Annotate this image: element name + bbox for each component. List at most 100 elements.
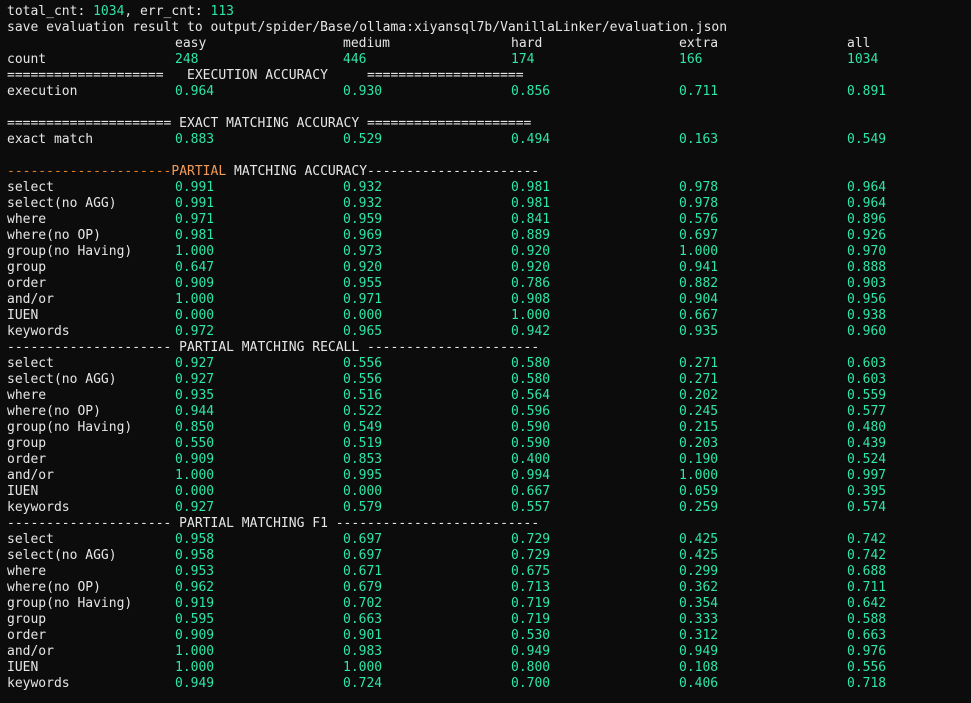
metric-value-all: 0.976 (847, 644, 887, 659)
count-all: 1034 (847, 52, 879, 67)
metric-value-easy: 1.000 (175, 292, 215, 307)
metric-row: order 0.909 0.853 0.400 0.190 0.524 (7, 452, 964, 468)
metric-value-extra: 0.202 (679, 388, 719, 403)
metric-value-all: 0.960 (847, 324, 887, 339)
metric-value-easy: 0.927 (175, 356, 215, 371)
metric-value-all: 0.903 (847, 276, 887, 291)
count-extra: 166 (679, 52, 703, 67)
metric-value-easy: 0.991 (175, 196, 215, 211)
metric-value-hard: 0.494 (511, 132, 551, 147)
level-header-row: easy medium hard extra all (7, 36, 964, 52)
metric-value-extra: 0.059 (679, 484, 719, 499)
metric-label: order (7, 628, 47, 643)
metric-value-extra: 0.425 (679, 532, 719, 547)
metric-value-extra: 1.000 (679, 468, 719, 483)
metric-value-medium: 0.522 (343, 404, 383, 419)
metric-label: IUEN (7, 308, 39, 323)
metric-value-hard: 0.667 (511, 484, 551, 499)
level-easy: easy (175, 36, 207, 51)
exact-matching-section: exact match 0.883 0.529 0.494 0.163 0.549 (7, 132, 964, 148)
metric-label: and/or (7, 468, 54, 483)
metric-label: group (7, 612, 47, 627)
metric-value-hard: 0.800 (511, 660, 551, 675)
metric-row: select(no AGG) 0.958 0.697 0.729 0.425 0.742 (7, 548, 964, 564)
metric-value-hard: 0.557 (511, 500, 551, 515)
metric-value-medium: 1.000 (343, 660, 383, 675)
metric-row: group 0.550 0.519 0.590 0.203 0.439 (7, 436, 964, 452)
metric-value-all: 0.742 (847, 548, 887, 563)
metric-value-all: 0.970 (847, 244, 887, 259)
count-row: count 248 446 174 166 1034 (7, 52, 964, 68)
metric-label: select(no AGG) (7, 196, 117, 211)
metric-value-all: 0.559 (847, 388, 887, 403)
level-extra: extra (679, 36, 719, 51)
metric-row: execution 0.964 0.930 0.856 0.711 0.891 (7, 84, 964, 100)
metric-value-extra: 0.354 (679, 596, 719, 611)
metric-value-medium: 0.679 (343, 580, 383, 595)
metric-row: exact match 0.883 0.529 0.494 0.163 0.549 (7, 132, 964, 148)
metric-value-all: 0.480 (847, 420, 887, 435)
metric-row: group(no Having) 0.850 0.549 0.590 0.215 0.48… (7, 420, 964, 436)
metric-label: select (7, 356, 54, 371)
metric-value-medium: 0.516 (343, 388, 383, 403)
metric-value-extra: 0.271 (679, 356, 719, 371)
metric-label: select(no AGG) (7, 372, 117, 387)
metric-value-easy: 1.000 (175, 660, 215, 675)
metric-value-easy: 0.000 (175, 308, 215, 323)
metric-value-extra: 0.576 (679, 212, 719, 227)
metric-value-hard: 1.000 (511, 308, 551, 323)
metric-value-hard: 0.580 (511, 372, 551, 387)
metric-value-extra: 0.190 (679, 452, 719, 467)
metric-value-extra: 0.949 (679, 644, 719, 659)
metric-value-extra: 0.904 (679, 292, 719, 307)
metric-value-easy: 1.000 (175, 244, 215, 259)
metric-value-easy: 0.949 (175, 676, 215, 691)
metric-value-medium: 0.556 (343, 356, 383, 371)
metric-value-hard: 0.841 (511, 212, 551, 227)
metric-label: exact match (7, 132, 94, 147)
metric-value-all: 0.891 (847, 84, 887, 99)
metric-value-hard: 0.713 (511, 580, 551, 595)
metric-value-medium: 0.983 (343, 644, 383, 659)
metric-value-all: 0.964 (847, 196, 887, 211)
metric-row: group 0.595 0.663 0.719 0.333 0.588 (7, 612, 964, 628)
metric-row: IUEN 0.000 0.000 0.667 0.059 0.395 (7, 484, 964, 500)
metric-value-medium: 0.529 (343, 132, 383, 147)
metric-row: IUEN 1.000 1.000 0.800 0.108 0.556 (7, 660, 964, 676)
metric-value-medium: 0.702 (343, 596, 383, 611)
metric-value-easy: 0.647 (175, 260, 215, 275)
metric-value-extra: 0.425 (679, 548, 719, 563)
total-count-value: 1034 (93, 4, 125, 19)
metric-value-hard: 0.729 (511, 548, 551, 563)
metric-value-medium: 0.995 (343, 468, 383, 483)
metric-value-easy: 1.000 (175, 644, 215, 659)
metric-row: where(no OP) 0.944 0.522 0.596 0.245 0.577 (7, 404, 964, 420)
count-label: count (7, 52, 47, 67)
metric-value-hard: 0.400 (511, 452, 551, 467)
metric-value-medium: 0.973 (343, 244, 383, 259)
execution-accuracy-header: ==================== EXECUTION ACCURACY … (7, 68, 524, 83)
metric-value-medium: 0.579 (343, 500, 383, 515)
metric-value-medium: 0.000 (343, 308, 383, 323)
metric-value-extra: 0.312 (679, 628, 719, 643)
metric-label: group(no Having) (7, 244, 133, 259)
metric-value-all: 0.997 (847, 468, 887, 483)
error-count-label: , err_cnt: (124, 4, 211, 19)
metric-row: order 0.909 0.901 0.530 0.312 0.663 (7, 628, 964, 644)
metric-value-easy: 0.927 (175, 372, 215, 387)
metric-row: keywords 0.972 0.965 0.942 0.935 0.960 (7, 324, 964, 340)
metric-value-hard: 0.981 (511, 196, 551, 211)
metric-row: select(no AGG) 0.927 0.556 0.580 0.271 0.603 (7, 372, 964, 388)
metric-value-easy: 0.972 (175, 324, 215, 339)
metric-value-hard: 0.590 (511, 420, 551, 435)
metric-value-hard: 0.596 (511, 404, 551, 419)
metric-label: keywords (7, 676, 70, 691)
metric-value-medium: 0.853 (343, 452, 383, 467)
metric-value-hard: 0.981 (511, 180, 551, 195)
metric-value-hard: 0.994 (511, 468, 551, 483)
level-hard: hard (511, 36, 543, 51)
metric-value-medium: 0.920 (343, 260, 383, 275)
metric-value-extra: 0.406 (679, 676, 719, 691)
metric-value-medium: 0.724 (343, 676, 383, 691)
metric-value-easy: 0.909 (175, 276, 215, 291)
